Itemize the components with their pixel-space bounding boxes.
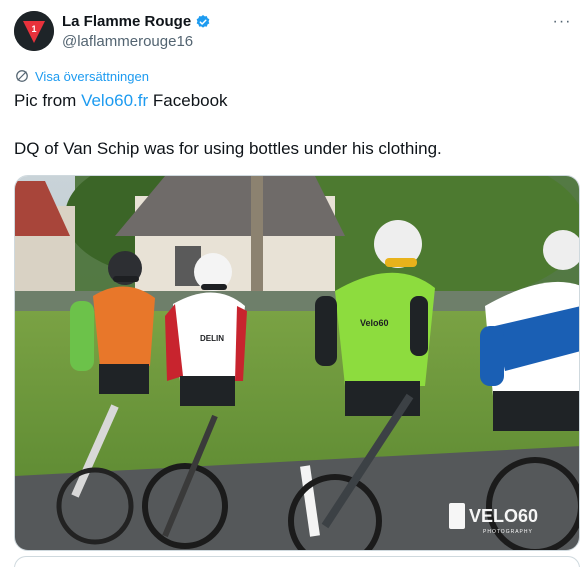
user-handle[interactable]: @laflammerouge16 (62, 32, 193, 52)
tweet-text-line-1: Pic from Velo60.fr Facebook (14, 90, 228, 112)
show-translation-button[interactable]: Visa översättningen (15, 67, 149, 85)
tweet-text-before-link: Pic from (14, 91, 82, 110)
tweet-header: 1 La Flamme Rouge @laflammerouge16 ··· (14, 10, 574, 54)
more-horizontal-icon[interactable]: ··· (550, 10, 574, 34)
watermark-main-text: VELO60 (469, 506, 538, 526)
display-name[interactable]: La Flamme Rouge (62, 12, 191, 32)
tweet-text-after-link: Facebook (148, 91, 228, 110)
quoted-card-edge (14, 556, 580, 567)
name-row: La Flamme Rouge (62, 12, 211, 32)
tweet-photo[interactable]: DELIN Velo60 VELO60 PHOTOGRAPHY (14, 175, 580, 551)
jersey-text-1: DELIN (200, 334, 224, 343)
velo60-link[interactable]: Velo60.fr (81, 91, 148, 110)
cyclists-photo: DELIN Velo60 VELO60 PHOTOGRAPHY (15, 176, 579, 550)
jersey-text-2: Velo60 (360, 318, 389, 328)
verified-badge-icon (195, 14, 211, 30)
watermark-sub-text: PHOTOGRAPHY (483, 529, 533, 535)
avatar-text: 1 (31, 24, 36, 34)
red-triangle-1-logo-icon: 1 (14, 11, 54, 51)
tweet-text-line-2: DQ of Van Schip was for using bottles un… (14, 139, 442, 158)
show-translation-label: Visa översättningen (35, 68, 149, 84)
translate-icon (16, 70, 28, 82)
avatar[interactable]: 1 (14, 11, 54, 51)
